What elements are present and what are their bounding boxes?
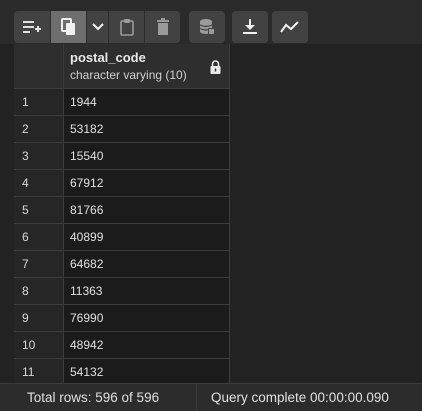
postal-code-cell[interactable]: 1944 [64, 89, 230, 116]
row-number[interactable]: 5 [14, 197, 64, 224]
row-number[interactable]: 8 [14, 278, 64, 305]
chevron-down-icon [91, 23, 104, 31]
postal-code-cell[interactable]: 48942 [64, 332, 230, 359]
table-row: 8 11363 [14, 278, 230, 305]
total-rows-status: Total rows: 596 of 596 [0, 384, 197, 411]
line-chart-icon [280, 20, 300, 34]
row-number[interactable]: 11 [14, 359, 64, 383]
select-all-corner[interactable] [14, 44, 64, 89]
edit-button-group [14, 11, 180, 43]
postal-code-cell[interactable]: 53182 [64, 116, 230, 143]
row-number[interactable]: 2 [14, 116, 64, 143]
copy-options-button[interactable] [86, 11, 108, 43]
grid-header: postal_code character varying (10) [14, 44, 230, 89]
row-number[interactable]: 7 [14, 251, 64, 278]
table-row: 1 1944 [14, 89, 230, 116]
row-number[interactable]: 4 [14, 170, 64, 197]
postal-code-cell[interactable]: 15540 [64, 143, 230, 170]
data-grid: postal_code character varying (10) 1 194… [14, 44, 422, 383]
postal-code-cell[interactable]: 11363 [64, 278, 230, 305]
postal-code-cell[interactable]: 40899 [64, 224, 230, 251]
postal-code-cell[interactable]: 64682 [64, 251, 230, 278]
delete-button[interactable] [144, 11, 180, 43]
download-button[interactable] [232, 11, 268, 43]
row-number[interactable]: 10 [14, 332, 64, 359]
postal-code-cell[interactable]: 81766 [64, 197, 230, 224]
save-button-group [189, 11, 225, 43]
grid-rows: 1 1944 2 53182 3 15540 4 67912 5 81766 6… [14, 89, 230, 383]
add-row-button[interactable] [14, 11, 50, 43]
row-number[interactable]: 3 [14, 143, 64, 170]
row-number[interactable]: 1 [14, 89, 64, 116]
save-data-button[interactable] [189, 11, 225, 43]
table-row: 9 76990 [14, 305, 230, 332]
database-save-icon [198, 18, 216, 36]
add-row-icon [22, 19, 42, 35]
trash-icon [156, 18, 170, 36]
status-bar: Total rows: 596 of 596 Query complete 00… [0, 383, 422, 411]
row-number[interactable]: 9 [14, 305, 64, 332]
table-row: 2 53182 [14, 116, 230, 143]
copy-icon [60, 18, 77, 36]
grid-empty-area [243, 44, 422, 383]
column-header-postal-code[interactable]: postal_code character varying (10) [64, 44, 230, 89]
query-results-panel: postal_code character varying (10) 1 194… [0, 0, 422, 411]
postal-code-cell[interactable]: 54132 [64, 359, 230, 383]
postal-code-cell[interactable]: 76990 [64, 305, 230, 332]
copy-button[interactable] [50, 11, 86, 43]
row-number[interactable]: 6 [14, 224, 64, 251]
graph-button[interactable] [272, 11, 308, 43]
table-row: 11 54132 [14, 359, 230, 383]
table-row: 7 64682 [14, 251, 230, 278]
table-row: 4 67912 [14, 170, 230, 197]
download-button-group [232, 11, 268, 43]
table-row: 6 40899 [14, 224, 230, 251]
table-row: 5 81766 [14, 197, 230, 224]
postal-code-cell[interactable]: 67912 [64, 170, 230, 197]
query-status: Query complete 00:00:00.090 [211, 390, 389, 405]
download-icon [242, 18, 258, 36]
column-name: postal_code [70, 50, 146, 65]
table-row: 3 15540 [14, 143, 230, 170]
column-type: character varying (10) [70, 68, 187, 82]
table-row: 10 48942 [14, 332, 230, 359]
lock-icon [210, 60, 221, 79]
results-toolbar [0, 0, 422, 44]
clipboard-icon [119, 18, 134, 36]
paste-button[interactable] [108, 11, 144, 43]
graph-button-group [272, 11, 308, 43]
